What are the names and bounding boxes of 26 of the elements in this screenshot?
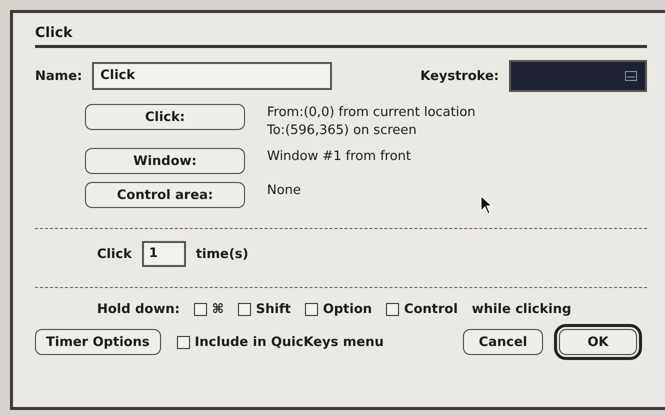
action-description: None (267, 182, 301, 200)
repeat-label: Click (97, 246, 132, 262)
repeat-suffix: time(s) (196, 246, 248, 262)
action-button[interactable]: Control area: (85, 182, 245, 208)
dialog-title: Click (35, 25, 647, 48)
timer-options-button[interactable]: Timer Options (35, 329, 161, 355)
name-field[interactable]: Click (92, 62, 332, 90)
modifier-checkbox[interactable]: ⌘ (194, 302, 224, 317)
hold-down-label: Hold down: (97, 302, 180, 317)
modifier-checkbox[interactable]: Shift (238, 302, 291, 317)
action-button[interactable]: Click: (85, 104, 245, 130)
name-label: Name: (35, 68, 82, 84)
action-description: Window #1 from front (267, 148, 411, 166)
action-description: To:(596,365) on screen (267, 122, 418, 140)
repeat-count-field[interactable]: 1 (142, 241, 186, 267)
keystroke-field[interactable] (509, 60, 647, 92)
action-description: From:(0,0) from current location (267, 104, 476, 122)
modifier-checkbox[interactable]: Control (386, 302, 458, 317)
include-menu-checkbox[interactable]: Include in QuicKeys menu (176, 334, 384, 350)
modifier-checkbox[interactable]: Option (304, 302, 372, 317)
hold-down-suffix: while clicking (472, 302, 572, 317)
action-button[interactable]: Window: (85, 148, 245, 174)
keyboard-icon (625, 71, 637, 81)
keystroke-label: Keystroke: (420, 68, 499, 84)
dialog-button[interactable]: Cancel (463, 329, 543, 355)
cursor-icon (480, 195, 494, 215)
